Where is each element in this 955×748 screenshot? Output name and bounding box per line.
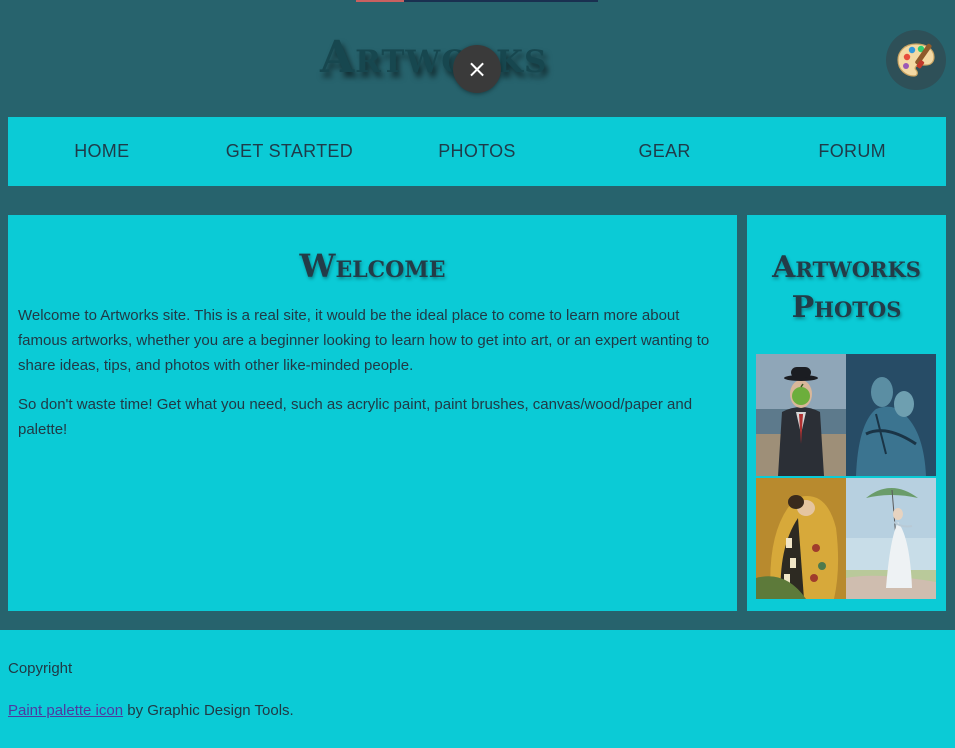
paint-palette-icon-link[interactable]: Paint palette icon (8, 702, 123, 719)
sidebar-heading: Artworks Photos (747, 248, 946, 328)
sidebar-heading-line-1: Artworks (772, 250, 921, 285)
welcome-section: Welcome Welcome to Artworks site. This i… (8, 215, 737, 611)
close-button[interactable]: × (453, 45, 501, 93)
welcome-paragraph-1: Welcome to Artworks site. This is a real… (18, 307, 710, 374)
photos-sidebar: Artworks Photos (747, 215, 946, 611)
gallery-image-woman-with-parasol[interactable] (846, 478, 936, 599)
gallery-image-son-of-man[interactable] (756, 354, 846, 476)
nav-item-forum[interactable]: FORUM (758, 141, 946, 162)
gallery-image-the-kiss[interactable] (756, 478, 846, 599)
icon-credit: Paint palette icon by Graphic Design Too… (8, 702, 294, 719)
site-title[interactable]: Artworks (320, 32, 580, 83)
nav-item-home[interactable]: HOME (8, 141, 196, 162)
paint-palette-icon[interactable] (886, 30, 946, 90)
photo-gallery (756, 354, 936, 599)
copyright-text: Copyright (8, 660, 73, 677)
site-footer: Copyright Paint palette icon by Graphic … (0, 630, 955, 748)
welcome-paragraph-2: So don't waste time! Get what you need, … (18, 396, 693, 438)
nav-item-get-started[interactable]: GET STARTED (196, 141, 384, 162)
nav-item-gear[interactable]: GEAR (571, 141, 759, 162)
nav-item-photos[interactable]: PHOTOS (383, 141, 571, 162)
site-header: Artworks × (0, 0, 955, 117)
gallery-image-blue-period[interactable] (846, 354, 936, 476)
welcome-heading: Welcome (299, 247, 446, 285)
sidebar-heading-line-2: Photos (791, 290, 902, 325)
paint-palette-icon-graphic (897, 43, 935, 77)
main-nav: HOME GET STARTED PHOTOS GEAR FORUM (8, 117, 946, 186)
icon-credit-text: by Graphic Design Tools. (123, 702, 294, 719)
